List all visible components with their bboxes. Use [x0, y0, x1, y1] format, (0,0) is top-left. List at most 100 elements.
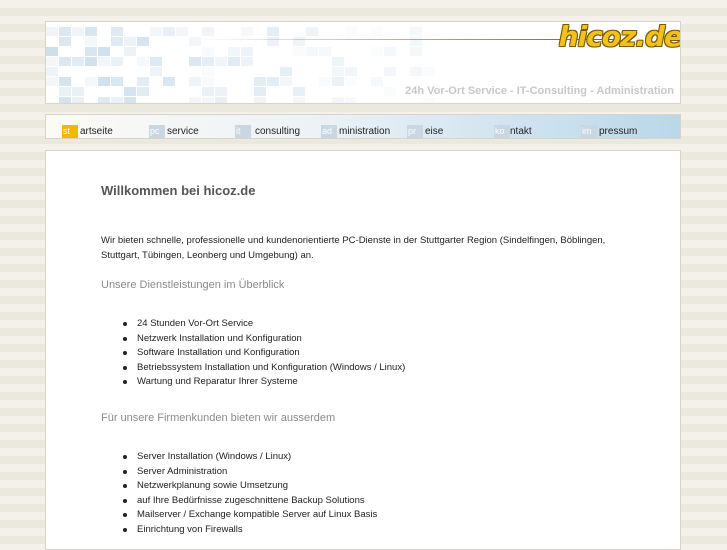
mosaic-tile — [241, 57, 253, 66]
list-item: auf Ihre Bedürfnisse zugeschnittene Back… — [123, 494, 641, 509]
mosaic-tile — [306, 47, 318, 56]
mosaic-tile — [189, 57, 201, 66]
mosaic-tile — [384, 47, 396, 56]
mosaic-tile — [176, 27, 188, 36]
list-item: 24 Stunden Vor-Ort Service — [123, 317, 641, 332]
mosaic-tile — [46, 47, 58, 56]
mosaic-tile — [137, 57, 149, 66]
mosaic-tile — [72, 87, 84, 96]
nav-abbr: pr — [407, 125, 423, 138]
mosaic-tile — [150, 67, 162, 76]
mosaic-tile — [46, 77, 58, 86]
business-services-list: Server Installation (Windows / Linux) Se… — [101, 450, 641, 538]
mosaic-tile — [111, 57, 123, 66]
mosaic-tile — [280, 77, 292, 86]
mosaic-tile — [59, 87, 71, 96]
mosaic-tile — [345, 77, 357, 86]
nav-abbr: pc — [149, 125, 165, 138]
site-header: hicoz.de 24h Vor-Ort Service - IT-Consul… — [45, 21, 681, 104]
mosaic-tile — [332, 97, 344, 103]
mosaic-tile — [267, 77, 279, 86]
mosaic-tile — [111, 27, 123, 36]
mosaic-tile — [72, 97, 84, 103]
services-list: 24 Stunden Vor-Ort Service Netzwerk Inst… — [101, 317, 641, 390]
mosaic-tile — [72, 57, 84, 66]
mosaic-tile — [319, 77, 331, 86]
mosaic-tile — [345, 97, 357, 103]
list-item: Betriebssystem Installation und Konfigur… — [123, 361, 641, 376]
mosaic-tile — [254, 87, 266, 96]
mosaic-tile — [371, 27, 383, 36]
mosaic-tile — [241, 27, 253, 36]
mosaic-tile — [163, 77, 175, 86]
mosaic-tile — [137, 87, 149, 96]
mosaic-tile — [111, 77, 123, 86]
mosaic-tile — [163, 27, 175, 36]
nav-item-administration[interactable]: ad ministration — [321, 115, 390, 138]
mosaic-tile — [98, 97, 110, 103]
nav-item-impressum[interactable]: im pressum — [581, 115, 637, 138]
mosaic-tile — [59, 97, 71, 103]
mosaic-tile — [124, 47, 136, 56]
mosaic-tile — [72, 27, 84, 36]
nav-item-itconsulting[interactable]: it consulting — [235, 115, 300, 138]
mosaic-tile — [241, 47, 253, 56]
list-item: Netzwerk Installation und Konfiguration — [123, 332, 641, 347]
mosaic-tile — [137, 37, 149, 46]
list-item: Server Installation (Windows / Linux) — [123, 450, 641, 465]
mosaic-tile — [111, 37, 123, 46]
nav-label: artseite — [80, 126, 113, 137]
mosaic-tile — [371, 77, 383, 86]
nav-item-pcservice[interactable]: pc service — [149, 115, 199, 138]
intro-paragraph: Wir bieten schnelle, professionelle und … — [101, 235, 606, 261]
mosaic-tile — [124, 87, 136, 96]
mosaic-tile — [423, 67, 435, 76]
mosaic-tile — [85, 47, 97, 56]
mosaic-tile — [228, 47, 240, 56]
mosaic-tile — [332, 57, 344, 66]
nav-label: consulting — [255, 126, 301, 137]
mosaic-tile — [384, 87, 396, 96]
mosaic-tile — [202, 97, 214, 103]
mosaic-tile — [202, 67, 214, 76]
nav-label: eise — [425, 126, 444, 137]
mosaic-tile — [202, 57, 214, 66]
mosaic-tile — [371, 47, 383, 56]
nav-item-kontakt[interactable]: ko ntakt — [494, 115, 532, 138]
mosaic-tile — [189, 77, 201, 86]
site-logo[interactable]: hicoz.de — [559, 22, 680, 53]
nav-label: service — [167, 126, 199, 137]
header-mosaic-graphic — [46, 22, 435, 103]
mosaic-tile — [202, 87, 214, 96]
mosaic-tile — [332, 77, 344, 86]
mosaic-tile — [410, 27, 422, 36]
nav-abbr: ko — [494, 125, 510, 138]
mosaic-tile — [215, 87, 227, 96]
mosaic-tile — [293, 97, 305, 103]
mosaic-tile — [423, 97, 435, 103]
mosaic-tile — [111, 97, 123, 103]
nav-abbr: im — [581, 125, 597, 138]
nav-item-startseite[interactable]: st artseite — [62, 115, 113, 138]
mosaic-tile — [59, 57, 71, 66]
nav-label: pressum — [599, 126, 638, 137]
content-inner: Willkommen bei hicoz.de Wir bieten schne… — [101, 183, 641, 538]
list-item: Mailserver / Exchange kompatible Server … — [123, 508, 641, 523]
list-item: Einrichtung von Firewalls — [123, 523, 641, 538]
mosaic-tile — [228, 57, 240, 66]
nav-label: ntakt — [510, 126, 532, 137]
mosaic-tile — [46, 57, 58, 66]
mosaic-tile — [345, 27, 357, 36]
list-item: Software Installation und Konfiguration — [123, 346, 641, 361]
mosaic-tile — [410, 47, 422, 56]
section-title-business: Für unsere Firmenkunden bieten wir ausse… — [101, 411, 336, 424]
nav-item-preise[interactable]: pr eise — [407, 115, 443, 138]
nav-abbr: st — [62, 125, 78, 138]
main-navigation: st artseite pc service it consulting ad mini… — [45, 114, 681, 139]
mosaic-tile — [59, 37, 71, 46]
mosaic-tile — [85, 57, 97, 66]
mosaic-tile — [410, 67, 422, 76]
list-item: Server Administration — [123, 465, 641, 480]
mosaic-tile — [124, 37, 136, 46]
mosaic-tile — [150, 57, 162, 66]
